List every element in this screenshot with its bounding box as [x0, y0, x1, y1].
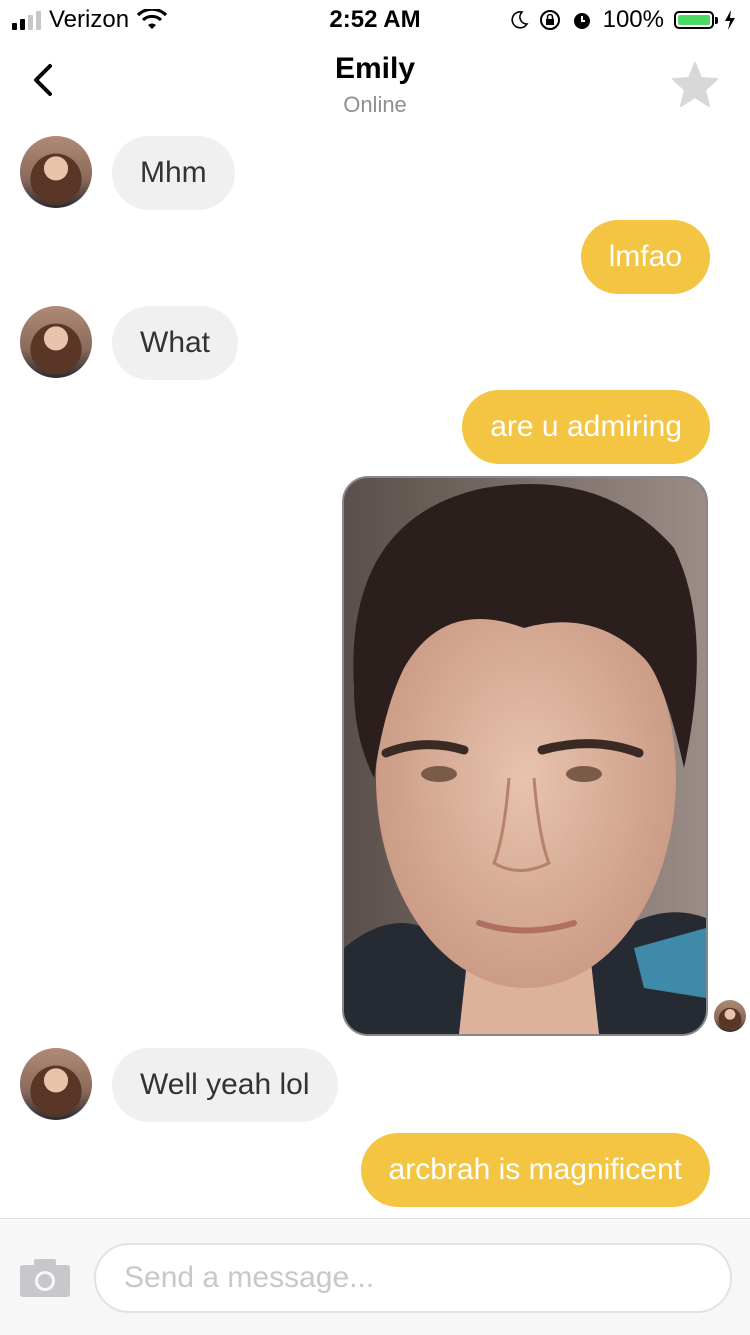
- message-composer: [0, 1218, 750, 1335]
- moon-icon: [511, 11, 529, 29]
- battery-percent: 100%: [602, 6, 664, 33]
- battery-icon: [674, 11, 718, 29]
- read-receipt-avatar: [714, 1000, 746, 1032]
- message-bubble-outgoing: are u admiring: [462, 390, 710, 464]
- chat-header: Emily Online: [0, 40, 750, 120]
- message-bubble-incoming: Mhm: [112, 136, 235, 210]
- contact-status: Online: [343, 92, 407, 117]
- contact-name[interactable]: Emily: [0, 52, 750, 86]
- avatar[interactable]: [20, 1048, 92, 1120]
- star-icon[interactable]: [670, 60, 720, 110]
- charging-icon: [725, 10, 735, 30]
- status-bar: Verizon 2:52 AM 100%: [0, 0, 750, 40]
- message-bubble-outgoing: arcbrah is magnificent: [360, 1133, 710, 1207]
- avatar[interactable]: [20, 136, 92, 208]
- photo-image: [344, 478, 706, 1034]
- camera-icon[interactable]: [18, 1257, 72, 1299]
- avatar[interactable]: [20, 306, 92, 378]
- rotation-lock-icon: [539, 10, 560, 30]
- message-bubble-incoming: Well yeah lol: [112, 1048, 338, 1122]
- status-right: 100%: [509, 6, 736, 34]
- photo-message[interactable]: [342, 476, 708, 1036]
- message-input[interactable]: [94, 1243, 732, 1313]
- alarm-icon: [573, 13, 590, 29]
- message-bubble-outgoing: lmfao: [580, 220, 710, 294]
- message-bubble-incoming: What: [112, 306, 239, 380]
